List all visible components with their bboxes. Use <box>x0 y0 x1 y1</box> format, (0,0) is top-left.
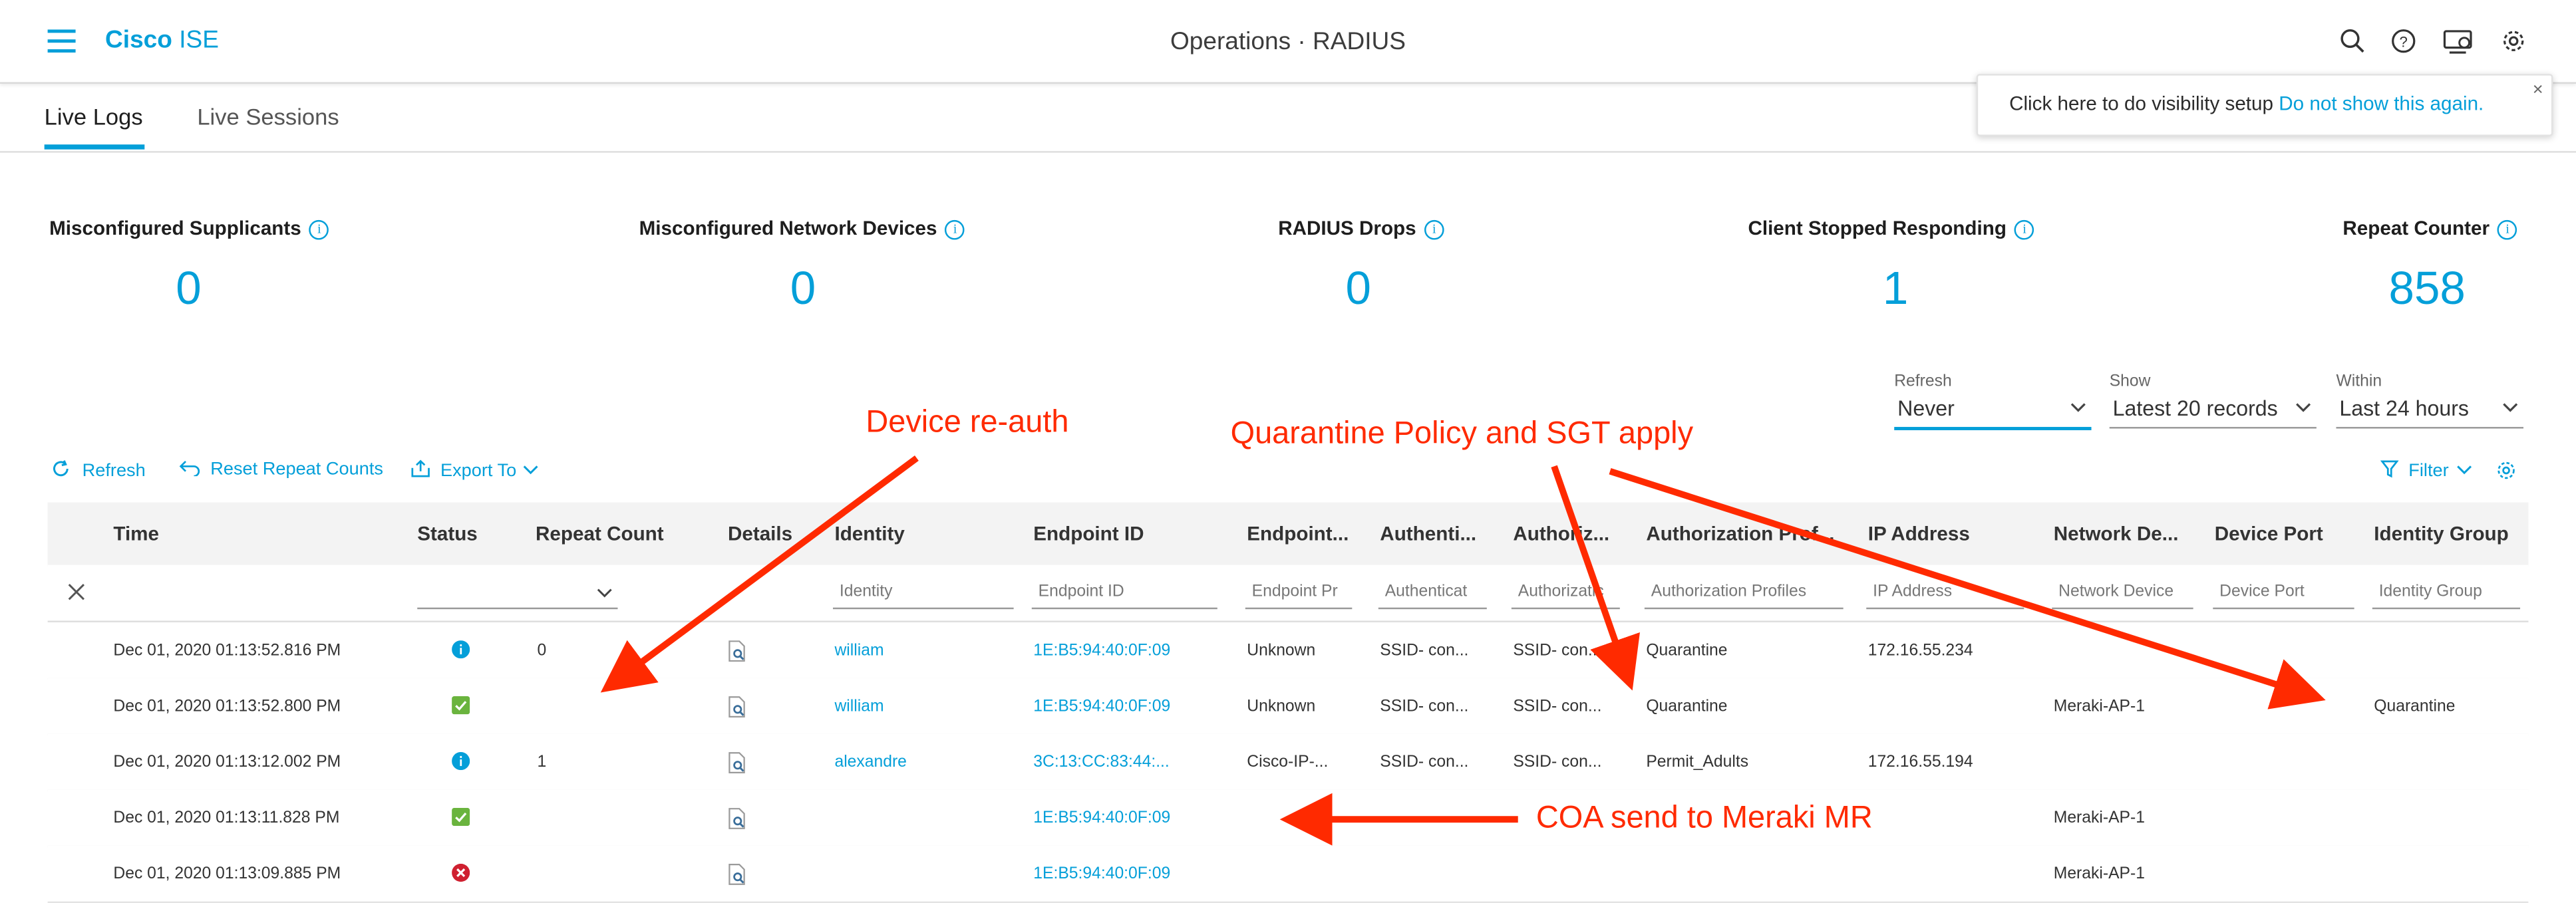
arrow-quarantine-group <box>1609 468 2326 710</box>
arrow-device-reauth <box>600 455 919 693</box>
cisco-ise-live-logs: Cisco ISE Operations · RADIUS ? Live Log… <box>0 0 2576 903</box>
arrow-quarantine-profile <box>1551 465 1640 691</box>
annotation-arrows <box>600 455 2326 846</box>
